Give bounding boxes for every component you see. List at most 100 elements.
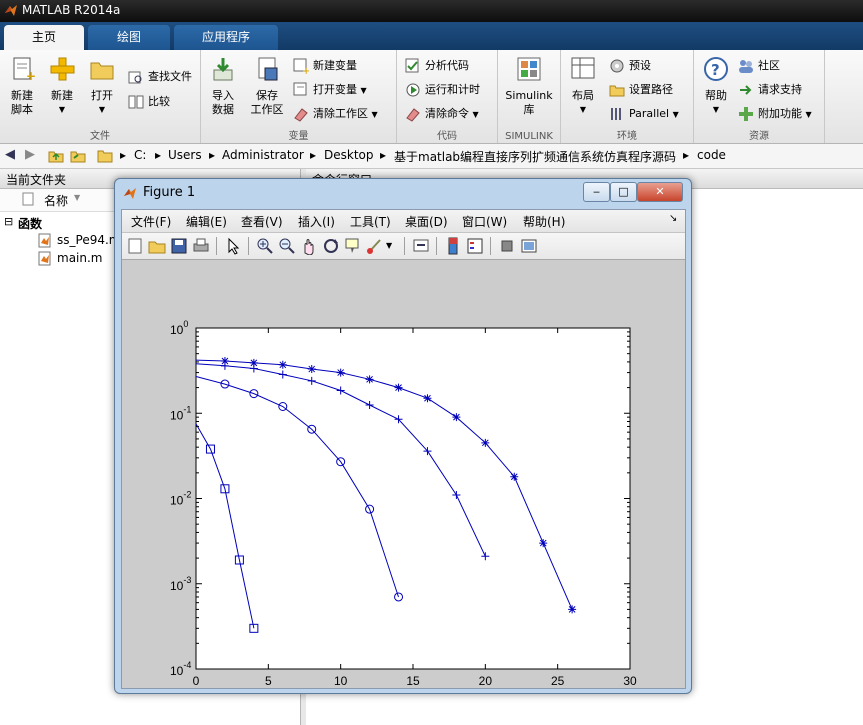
collapse-icon[interactable]: ⊟ [4, 215, 13, 228]
chart-svg[interactable]: 100 10-1 10-2 10-3 10-4 0 5 10 15 20 25 30 [122, 260, 685, 688]
marker-star [423, 394, 432, 403]
community-button[interactable]: 社区 [738, 56, 780, 76]
simulink-library-button[interactable]: Simulink 库 [504, 56, 554, 117]
forward-arrow-icon[interactable]: ▶ [25, 147, 35, 162]
menu-tools[interactable]: 工具(T) [350, 213, 391, 230]
run-and-time-button[interactable]: 运行和计时 [405, 80, 480, 100]
new-script-button[interactable]: + 新建 脚本 [0, 56, 44, 117]
new-variable-button[interactable]: + 新建变量 [293, 56, 357, 76]
menu-edit[interactable]: 编辑(E) [186, 213, 227, 230]
back-arrow-icon[interactable]: ◀ [5, 147, 15, 162]
variable-group: 导入 数据 保存 工作区 + 新建变量 打开变量 ▼ 清除工作区 ▼ 变量 [201, 50, 397, 143]
plus-icon [50, 57, 75, 81]
breadcrumb-separator: ▸ [380, 148, 387, 162]
dock-arrow-icon[interactable]: ↘ [669, 213, 677, 224]
file-group-label: 文件 [90, 131, 110, 142]
hide-plot-tools-icon[interactable] [498, 237, 516, 255]
toolbar-separator [436, 237, 437, 255]
menu-desktop[interactable]: 桌面(D) [405, 213, 448, 230]
variable-group-label: 变量 [288, 131, 309, 142]
breadcrumb-administrator[interactable]: Administrator [222, 148, 304, 162]
import-data-button[interactable]: 导入 数据 [201, 56, 245, 117]
folder-open-icon [90, 62, 114, 80]
breadcrumb-users[interactable]: Users [168, 148, 202, 162]
new-figure-icon[interactable] [126, 237, 144, 255]
find-files-icon [128, 71, 142, 84]
menu-insert[interactable]: 插入(I) [298, 213, 335, 230]
breadcrumb-code[interactable]: code [697, 148, 726, 162]
toolbar-separator [404, 237, 405, 255]
compare-icon [128, 95, 144, 109]
maximize-button[interactable]: □ [610, 182, 637, 202]
breadcrumb-desktop[interactable]: Desktop [324, 148, 374, 162]
clear-workspace-button[interactable]: 清除工作区 ▼ [293, 104, 378, 124]
preferences-button[interactable]: 预设 [609, 56, 651, 76]
menu-view[interactable]: 查看(V) [241, 213, 283, 230]
request-support-button[interactable]: 请求支持 [738, 80, 802, 100]
layout-button[interactable]: 布局 ▼ [561, 56, 605, 117]
figure-window[interactable]: Figure 1 ‒ □ ✕ 文件(F) 编辑(E) 查看(V) 插入(I) 工… [114, 178, 692, 694]
open-file-icon[interactable] [148, 237, 166, 255]
menu-help[interactable]: 帮助(H) [523, 213, 565, 230]
axes-box[interactable] [195, 327, 631, 670]
set-path-button[interactable]: 设置路径 [609, 80, 673, 100]
breadcrumb-c[interactable]: C: [134, 148, 146, 162]
parallel-button[interactable]: Parallel ▼ [609, 104, 679, 124]
marker-star [336, 368, 345, 377]
pointer-icon[interactable] [224, 237, 242, 255]
y-tick-label: 10-1 [170, 404, 191, 422]
print-icon[interactable] [192, 237, 210, 255]
minimize-button[interactable]: ‒ [583, 182, 610, 202]
open-variable-button[interactable]: 打开变量 ▼ [293, 80, 367, 100]
pan-hand-icon[interactable] [300, 237, 318, 255]
marker-star [307, 365, 316, 374]
marker-star [510, 472, 519, 481]
save-workspace-button[interactable]: 保存 工作区 [245, 56, 289, 117]
tab-apps[interactable]: 应用程序 [174, 25, 278, 50]
marker-star [452, 413, 461, 422]
sort-arrow-icon: ▼ [74, 193, 81, 202]
y-tick-label: 10-2 [170, 490, 191, 508]
add-ons-button[interactable]: 附加功能 ▼ [738, 104, 812, 124]
save-icon[interactable] [170, 237, 188, 255]
svg-text:+: + [26, 69, 36, 82]
up-folder-icon[interactable] [48, 148, 64, 164]
zoom-in-icon[interactable] [256, 237, 274, 255]
help-button[interactable]: ? 帮助 ▼ [694, 56, 738, 117]
brush-dropdown-icon[interactable]: ▼ [386, 237, 404, 255]
browse-folder-icon[interactable] [70, 148, 86, 164]
menu-file[interactable]: 文件(F) [131, 213, 171, 230]
open-button[interactable]: 打开 ▼ [80, 56, 124, 117]
clear-commands-button[interactable]: 清除命令 ▼ [405, 104, 479, 124]
tab-home[interactable]: 主页 [4, 25, 84, 50]
menu-window[interactable]: 窗口(W) [462, 213, 507, 230]
ribbon: + 新建 脚本 新建 ▼ 打开 ▼ 查找文件 比较 文件 导入 数据 保存 工作区 + 新建 [0, 50, 863, 144]
ribbon-tab-row: 主页 绘图 应用程序 [0, 22, 863, 50]
data-cursor-icon[interactable] [344, 237, 362, 255]
eraser-icon [406, 108, 420, 122]
analyze-code-button[interactable]: 分析代码 [405, 56, 469, 76]
run-time-icon [406, 83, 420, 97]
matlab-title-bar: MATLAB R2014a [0, 0, 863, 22]
breadcrumb-project-folder[interactable]: 基于matlab编程直接序列扩频通信系统仿真程序源码 [394, 148, 676, 165]
x-tick-label: 10 [334, 674, 348, 688]
legend-icon[interactable] [466, 237, 484, 255]
open-variable-icon [293, 82, 307, 96]
rotate-3d-icon[interactable] [322, 237, 340, 255]
colorbar-icon[interactable] [444, 237, 462, 255]
zoom-out-icon[interactable] [278, 237, 296, 255]
breadcrumb-separator: ▸ [310, 148, 317, 162]
x-tick-label: 30 [623, 674, 637, 688]
breadcrumb-separator: ▸ [209, 148, 216, 162]
compare-button[interactable]: 比较 [128, 92, 170, 112]
svg-text:?: ? [711, 61, 720, 79]
import-data-icon [213, 58, 233, 81]
link-plot-icon[interactable] [412, 237, 430, 255]
simulink-group: Simulink 库 SIMULINK [498, 50, 561, 143]
close-button[interactable]: ✕ [637, 182, 683, 202]
brush-icon[interactable] [366, 237, 384, 255]
new-button[interactable]: 新建 ▼ [40, 56, 84, 117]
find-files-button[interactable]: 查找文件 [128, 67, 192, 87]
show-plot-tools-icon[interactable] [520, 237, 538, 255]
tab-plots[interactable]: 绘图 [88, 25, 170, 50]
